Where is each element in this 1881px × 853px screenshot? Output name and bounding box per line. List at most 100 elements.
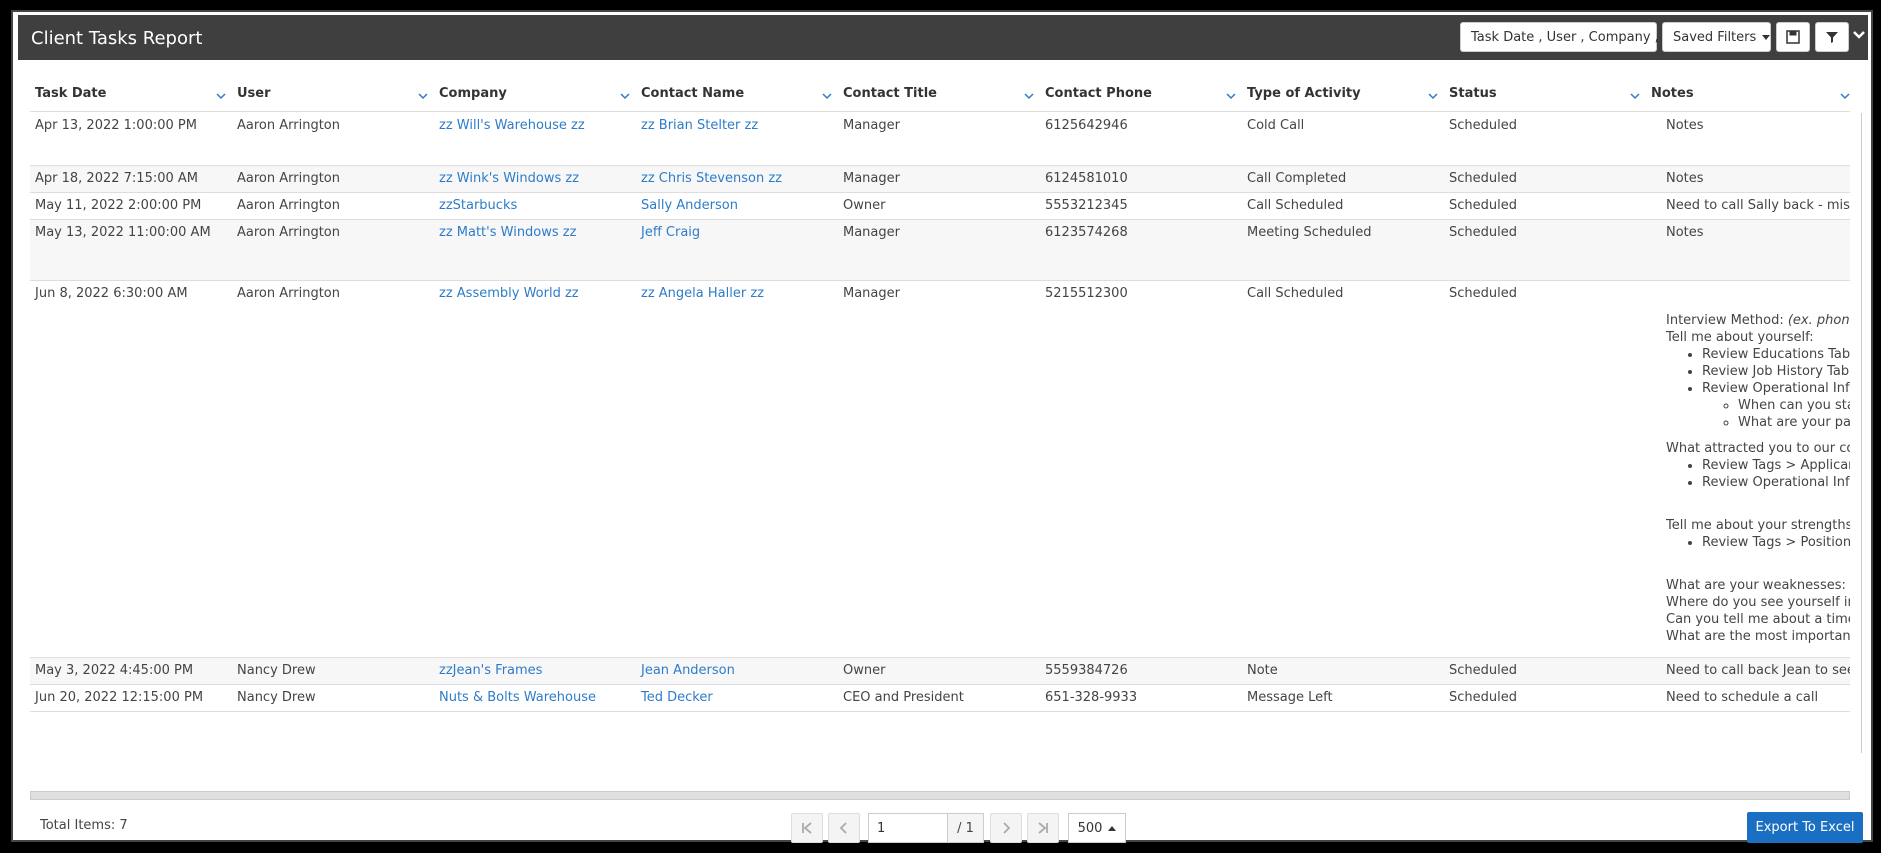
first-page-icon	[802, 822, 812, 834]
table-row[interactable]: Jun 20, 2022 12:15:00 PM Nancy Drew Nuts…	[30, 685, 1850, 712]
activity-type-cell: Cold Call	[1247, 118, 1305, 133]
notes-sublist: When can you start? What are your pay re	[1702, 397, 1850, 431]
chevron-down-icon[interactable]	[620, 92, 630, 100]
company-link[interactable]: zzJean's Frames	[439, 663, 542, 678]
company-link[interactable]: zz Matt's Windows zz	[439, 225, 576, 240]
chevron-down-icon[interactable]	[216, 92, 226, 100]
chevron-down-icon[interactable]	[1630, 92, 1640, 100]
company-link[interactable]: zz Will's Warehouse zz	[439, 118, 585, 133]
notes-list-item: Review Tags > Applicant Sou	[1702, 457, 1850, 474]
page-number-input[interactable]	[868, 813, 948, 843]
contact-title-cell: Manager	[843, 225, 900, 240]
contact-title-cell: Owner	[843, 198, 886, 213]
table-row[interactable]: May 3, 2022 4:45:00 PM Nancy Drew zzJean…	[30, 658, 1850, 685]
export-to-excel-button[interactable]: Export To Excel	[1747, 812, 1863, 843]
company-link[interactable]: zz Assembly World zz	[439, 286, 579, 301]
notes-question: What attracted you to our compa	[1666, 441, 1850, 456]
contact-name-link[interactable]: Jeff Craig	[641, 225, 700, 240]
column-header-contact-name[interactable]: Contact Name	[641, 86, 744, 101]
contact-title-cell: Manager	[843, 286, 900, 301]
chevron-down-icon[interactable]	[418, 92, 428, 100]
notes-cell: Need to schedule a call	[1666, 685, 1850, 711]
status-cell: Scheduled	[1449, 690, 1517, 705]
filter-button[interactable]	[1815, 22, 1849, 52]
contact-phone-cell: 5553212345	[1045, 198, 1128, 213]
notes-text: Need to call back Jean to see if sh	[1666, 663, 1850, 678]
total-items-label: Total Items: 7	[40, 818, 128, 833]
last-page-icon	[1038, 822, 1048, 834]
contact-phone-cell: 6124581010	[1045, 171, 1128, 186]
table-row[interactable]: Apr 18, 2022 7:15:00 AM Aaron Arrington …	[30, 166, 1850, 193]
task-date-cell: Jun 8, 2022 6:30:00 AM	[35, 286, 188, 301]
column-header-contact-title[interactable]: Contact Title	[843, 86, 937, 101]
user-cell: Aaron Arrington	[237, 198, 340, 213]
notes-question: What are your weaknesses:	[1666, 578, 1846, 593]
notes-cell: Need to call Sally back - missed h	[1666, 193, 1850, 219]
caret-up-icon	[1108, 825, 1117, 831]
saved-filters-label: Saved Filters	[1673, 29, 1757, 45]
company-link[interactable]: Nuts & Bolts Warehouse	[439, 690, 596, 705]
notes-list-item: When can you start?	[1738, 397, 1850, 414]
page-size-value: 500	[1077, 820, 1103, 836]
page-title: Client Tasks Report	[31, 28, 203, 49]
report-window: Client Tasks Report Task Date , User , C…	[11, 10, 1873, 843]
company-link[interactable]: zzStarbucks	[439, 198, 517, 213]
activity-type-cell: Call Scheduled	[1247, 286, 1344, 301]
horizontal-scrollbar[interactable]	[30, 791, 1850, 800]
contact-name-link[interactable]: zz Brian Stelter zz	[641, 118, 758, 133]
contact-name-link[interactable]: zz Chris Stevenson zz	[641, 171, 782, 186]
contact-name-link[interactable]: zz Angela Haller zz	[641, 286, 764, 301]
chevron-down-icon[interactable]	[1226, 92, 1236, 100]
activity-type-cell: Message Left	[1247, 690, 1333, 705]
first-page-button[interactable]	[791, 813, 823, 843]
column-header-type-of-activity[interactable]: Type of Activity	[1247, 86, 1361, 101]
column-header-contact-phone[interactable]: Contact Phone	[1045, 86, 1152, 101]
contact-phone-cell: 6125642946	[1045, 118, 1128, 133]
status-cell: Scheduled	[1449, 198, 1517, 213]
company-link[interactable]: zz Wink's Windows zz	[439, 171, 579, 186]
table-header: Task Date User Company Contact Name Cont…	[30, 72, 1850, 112]
notes-cell: Interview Method: (ex. phone, in-p Tell …	[1666, 281, 1850, 657]
column-header-status[interactable]: Status	[1449, 86, 1497, 101]
task-date-cell: Apr 18, 2022 7:15:00 AM	[35, 171, 199, 186]
column-header-user[interactable]: User	[237, 86, 271, 101]
contact-title-cell: CEO and President	[843, 690, 964, 705]
user-cell: Aaron Arrington	[237, 118, 340, 133]
group-by-dropdown[interactable]: Task Date , User , Company ,	[1460, 22, 1673, 52]
status-cell: Scheduled	[1449, 663, 1517, 678]
status-cell: Scheduled	[1449, 118, 1517, 133]
tasks-table: Task Date User Company Contact Name Cont…	[30, 72, 1862, 797]
table-row[interactable]: May 13, 2022 11:00:00 AM Aaron Arrington…	[30, 220, 1850, 281]
collapse-chevron-icon[interactable]	[1853, 27, 1865, 43]
task-date-cell: May 11, 2022 2:00:00 PM	[35, 198, 202, 213]
notes-list: Review Educations Tab Review Job History…	[1666, 346, 1850, 431]
contact-title-cell: Manager	[843, 171, 900, 186]
chevron-down-icon[interactable]	[822, 92, 832, 100]
saved-filters-dropdown[interactable]: Saved Filters	[1662, 22, 1771, 52]
page-size-dropdown[interactable]: 500	[1068, 813, 1126, 843]
column-header-task-date[interactable]: Task Date	[35, 86, 106, 101]
column-header-notes[interactable]: Notes	[1651, 86, 1694, 101]
chevron-left-icon	[839, 822, 847, 834]
filter-icon	[1826, 32, 1838, 43]
title-bar: Client Tasks Report Task Date , User , C…	[18, 15, 1868, 60]
previous-page-button[interactable]	[828, 813, 860, 843]
contact-name-link[interactable]: Jean Anderson	[641, 663, 735, 678]
save-button[interactable]	[1776, 22, 1810, 52]
last-page-button[interactable]	[1027, 813, 1059, 843]
table-row[interactable]: May 11, 2022 2:00:00 PM Aaron Arrington …	[30, 193, 1850, 220]
status-cell: Scheduled	[1449, 286, 1517, 301]
table-row[interactable]: Jun 8, 2022 6:30:00 AM Aaron Arrington z…	[30, 281, 1850, 658]
contact-name-link[interactable]: Ted Decker	[641, 690, 713, 705]
table-row[interactable]: Apr 13, 2022 1:00:00 PM Aaron Arrington …	[30, 113, 1850, 166]
task-date-cell: May 13, 2022 11:00:00 AM	[35, 225, 211, 240]
chevron-down-icon[interactable]	[1428, 92, 1438, 100]
chevron-down-icon[interactable]	[1840, 92, 1850, 100]
notes-question: Tell me about your strengths:	[1666, 518, 1850, 533]
column-header-company[interactable]: Company	[439, 86, 507, 101]
contact-title-cell: Owner	[843, 663, 886, 678]
next-page-button[interactable]	[990, 813, 1022, 843]
activity-type-cell: Note	[1247, 663, 1278, 678]
contact-name-link[interactable]: Sally Anderson	[641, 198, 738, 213]
chevron-down-icon[interactable]	[1024, 92, 1034, 100]
